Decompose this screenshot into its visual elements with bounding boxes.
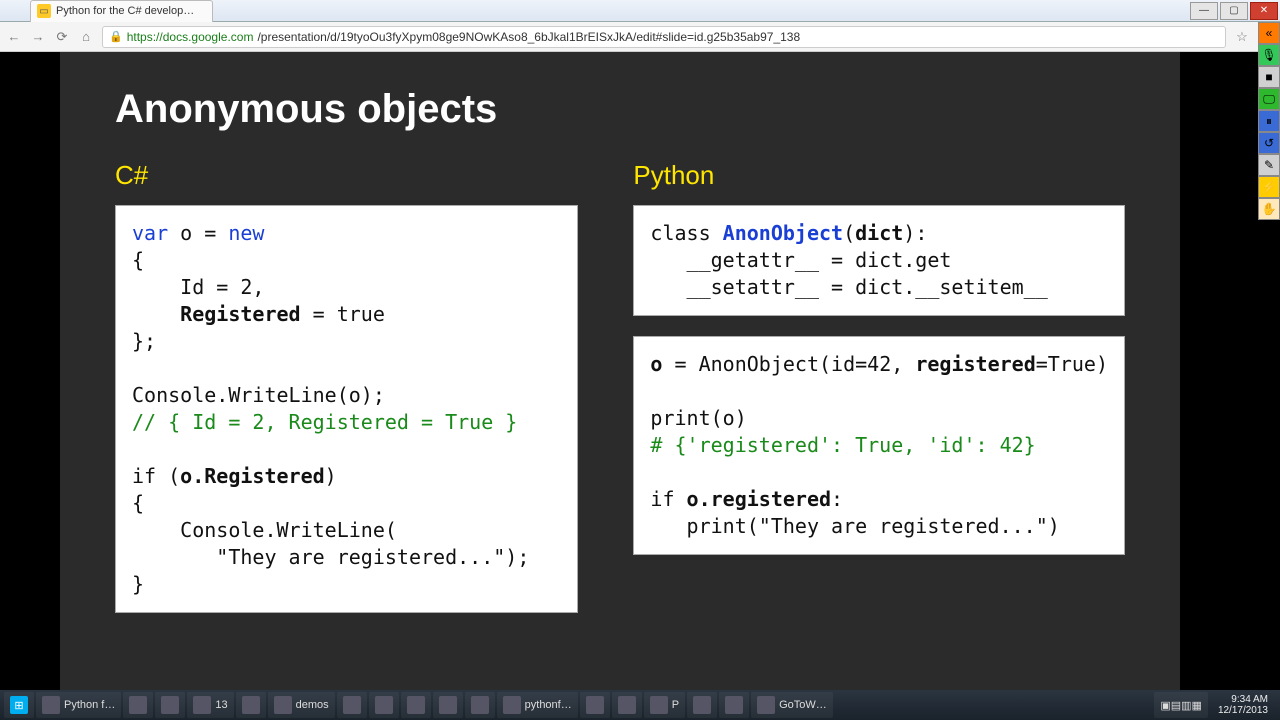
- taskbar-item[interactable]: [433, 692, 463, 718]
- csharp-label: C#: [115, 160, 578, 191]
- taskbar-app-icon: [343, 696, 361, 714]
- start-button[interactable]: ⊞: [4, 692, 34, 718]
- taskbar-app-icon: [618, 696, 636, 714]
- taskbar-item[interactable]: [369, 692, 399, 718]
- taskbar-app-icon: [375, 696, 393, 714]
- taskbar-item[interactable]: [236, 692, 266, 718]
- back-button[interactable]: ←: [6, 29, 22, 44]
- python-code-usage: o = AnonObject(id=42, registered=True) p…: [633, 336, 1125, 555]
- python-code-classdef: class AnonObject(dict): __getattr__ = di…: [633, 205, 1125, 316]
- browser-toolbar: ← → ⟳ ⌂ 🔒 https://docs.google.com/presen…: [0, 22, 1280, 52]
- taskbar-item[interactable]: [155, 692, 185, 718]
- side-toolbar-button[interactable]: ↺: [1258, 132, 1280, 154]
- taskbar-clock[interactable]: 9:34 AM12/17/2013: [1210, 694, 1276, 716]
- taskbar-app-icon: [161, 696, 179, 714]
- slides-favicon: ▭: [37, 4, 51, 18]
- taskbar-item[interactable]: [465, 692, 495, 718]
- home-button[interactable]: ⌂: [78, 29, 94, 44]
- python-label: Python: [633, 160, 1125, 191]
- taskbar-app-icon: [274, 696, 292, 714]
- side-toolbar-button[interactable]: ⏸: [1258, 110, 1280, 132]
- taskbar-app-icon: [586, 696, 604, 714]
- side-toolbar-button[interactable]: ■: [1258, 66, 1280, 88]
- address-bar[interactable]: 🔒 https://docs.google.com/presentation/d…: [102, 26, 1226, 48]
- url-domain: https://docs.google.com: [127, 30, 254, 44]
- taskbar-app-icon: [193, 696, 211, 714]
- reload-button[interactable]: ⟳: [54, 29, 70, 45]
- window-titlebar: ▭ Python for the C# develop… — ▢ ✕: [0, 0, 1280, 22]
- taskbar-app-icon: [439, 696, 457, 714]
- taskbar-item[interactable]: Python f…: [36, 692, 121, 718]
- taskbar-item[interactable]: [580, 692, 610, 718]
- taskbar-app-icon: [693, 696, 711, 714]
- side-toolbar-button[interactable]: 🎙: [1258, 44, 1280, 66]
- slide: Anonymous objects C# var o = new { Id = …: [60, 52, 1180, 690]
- taskbar-app-icon: [650, 696, 668, 714]
- left-column: C# var o = new { Id = 2, Registered = tr…: [115, 160, 578, 633]
- csharp-code: var o = new { Id = 2, Registered = true …: [115, 205, 578, 613]
- taskbar-item[interactable]: [123, 692, 153, 718]
- taskbar-app-icon: [471, 696, 489, 714]
- side-toolbar-button[interactable]: 🖵: [1258, 88, 1280, 110]
- windows-taskbar[interactable]: ⊞ Python f… 13 demos pythonf… P GoToW… ▣▤▥▦ 9…: [0, 690, 1280, 720]
- taskbar-app-icon: [407, 696, 425, 714]
- forward-button[interactable]: →: [30, 29, 46, 44]
- system-tray[interactable]: ▣▤▥▦: [1154, 692, 1208, 718]
- taskbar-item[interactable]: [612, 692, 642, 718]
- taskbar-item[interactable]: GoToW…: [751, 692, 833, 718]
- side-toolbar-button[interactable]: ⚡: [1258, 176, 1280, 198]
- webinar-side-toolbar[interactable]: «🎙■🖵⏸↺✎⚡✋: [1258, 22, 1280, 220]
- side-toolbar-button[interactable]: ✋: [1258, 198, 1280, 220]
- right-column: Python class AnonObject(dict): __getattr…: [633, 160, 1125, 575]
- presentation-viewport: Anonymous objects C# var o = new { Id = …: [0, 52, 1280, 690]
- bookmark-star-icon[interactable]: ☆: [1234, 29, 1250, 45]
- side-toolbar-button[interactable]: ✎: [1258, 154, 1280, 176]
- slide-title: Anonymous objects: [115, 87, 1125, 132]
- taskbar-item[interactable]: [719, 692, 749, 718]
- taskbar-app-icon: [42, 696, 60, 714]
- taskbar-item[interactable]: demos: [268, 692, 335, 718]
- minimize-button[interactable]: —: [1190, 2, 1218, 20]
- close-button[interactable]: ✕: [1250, 2, 1278, 20]
- side-toolbar-button[interactable]: «: [1258, 22, 1280, 44]
- url-path: /presentation/d/19tyoOu3fyXpym08ge9NOwKA…: [257, 30, 800, 44]
- browser-tab[interactable]: ▭ Python for the C# develop…: [30, 0, 213, 22]
- taskbar-app-icon: [129, 696, 147, 714]
- taskbar-app-icon: [503, 696, 521, 714]
- taskbar-app-icon: [725, 696, 743, 714]
- taskbar-app-icon: [757, 696, 775, 714]
- maximize-button[interactable]: ▢: [1220, 2, 1248, 20]
- taskbar-item[interactable]: pythonf…: [497, 692, 578, 718]
- taskbar-app-icon: [242, 696, 260, 714]
- taskbar-item[interactable]: [337, 692, 367, 718]
- tab-title: Python for the C# develop…: [56, 5, 194, 17]
- taskbar-item[interactable]: [401, 692, 431, 718]
- taskbar-item[interactable]: 13: [187, 692, 233, 718]
- taskbar-item[interactable]: P: [644, 692, 685, 718]
- lock-icon: 🔒: [109, 30, 123, 43]
- taskbar-item[interactable]: [687, 692, 717, 718]
